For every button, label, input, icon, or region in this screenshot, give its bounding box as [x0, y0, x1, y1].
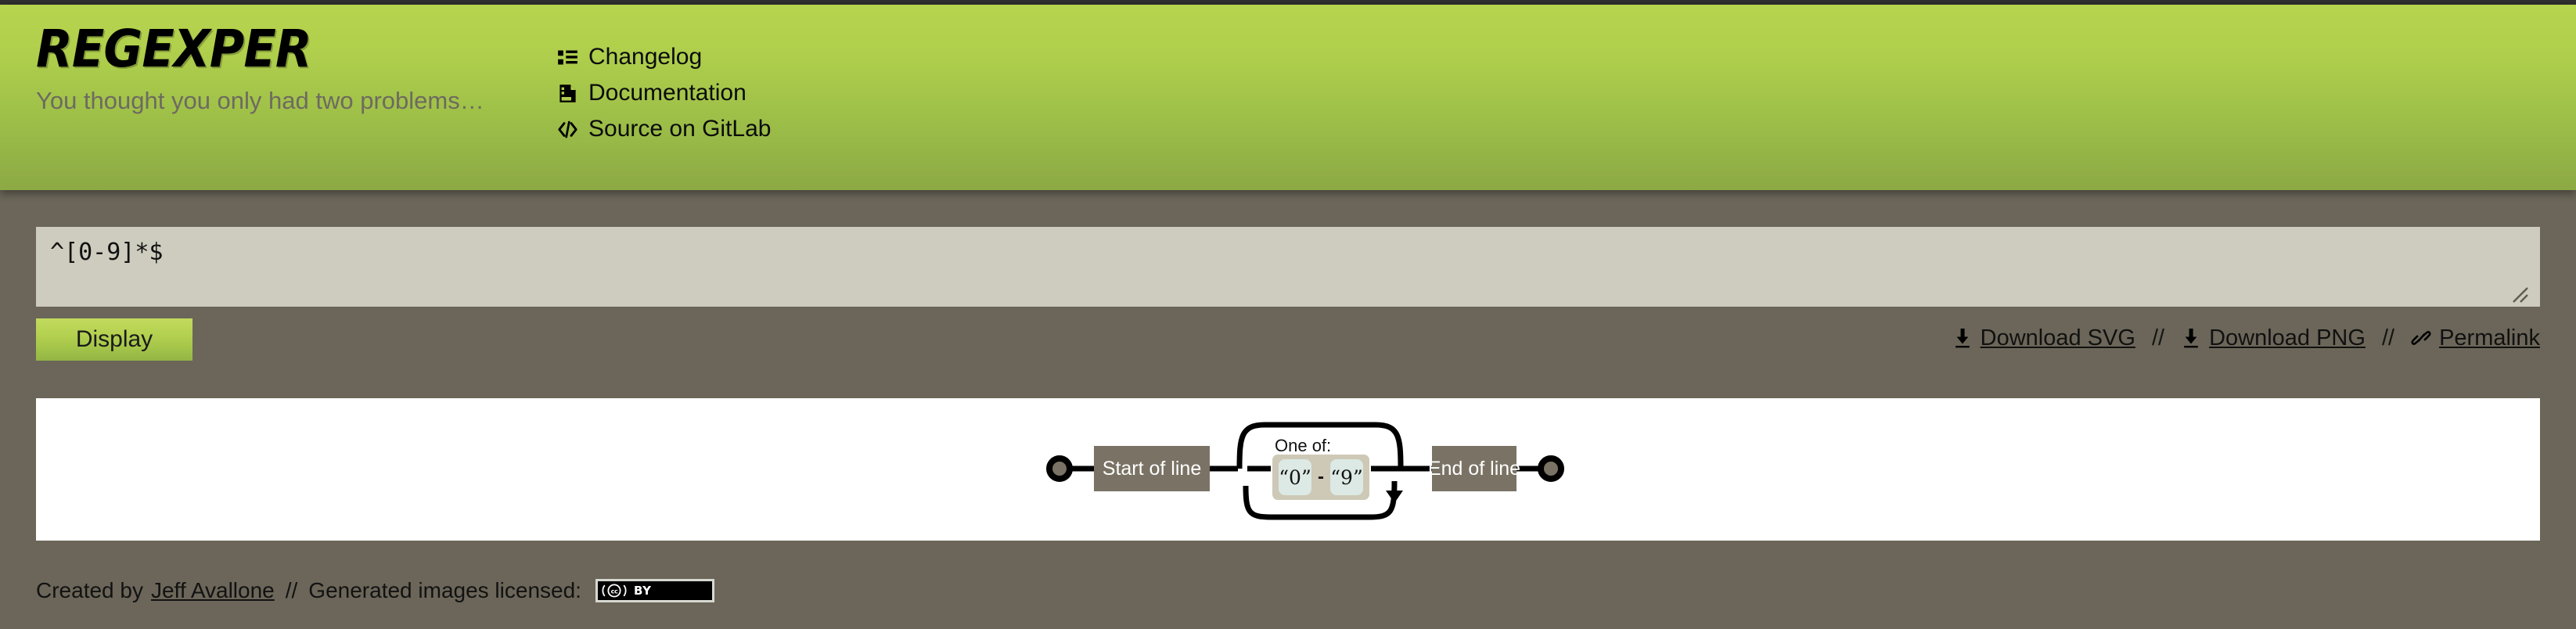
list-icon	[557, 47, 578, 68]
export-links: Download SVG // Download PNG // Permalin…	[1952, 321, 2540, 355]
brand: REGEXPER You thought you only had two pr…	[36, 23, 537, 114]
nav-item-source-gitlab[interactable]: Source on GitLab	[557, 111, 771, 147]
cc-by-text: BY	[633, 584, 652, 598]
footer-created-prefix: Created by	[36, 578, 143, 602]
diagram-group-one-of: One of: “0” - “9”	[1272, 436, 1369, 500]
site-tagline: You thought you only had two problems…	[36, 87, 484, 114]
display-button[interactable]: Display	[36, 318, 192, 361]
download-arrow-icon	[1952, 326, 1973, 350]
site-logo: REGEXPER	[36, 19, 312, 79]
diagram-start-label: Start of line	[1103, 458, 1201, 480]
code-icon	[557, 119, 578, 140]
download-png-link[interactable]: Download PNG	[2181, 325, 2366, 351]
cc-circle-icon: cc	[601, 584, 628, 598]
export-separator-2: //	[2381, 325, 2395, 350]
nav-label-source-gitlab: Source on GitLab	[588, 116, 772, 142]
site-footer: Created by Jeff Avallone // Generated im…	[36, 575, 714, 606]
svg-text:cc: cc	[611, 588, 618, 595]
link-chain-icon	[2411, 326, 2431, 350]
loop-arrowhead-icon	[1386, 491, 1403, 503]
diagram-start-terminal	[1046, 455, 1073, 482]
header-nav: Changelog Documentation Source on GitLab	[557, 39, 771, 147]
diagram-range-from: “0”	[1279, 466, 1311, 489]
regex-railroad-diagram: Start of line One of: “0” - “9” End of l…	[1046, 422, 1564, 520]
download-svg-label: Download SVG	[1980, 325, 2135, 350]
diagram-range-dash: -	[1318, 466, 1324, 487]
permalink-label: Permalink	[2439, 325, 2540, 350]
download-png-label: Download PNG	[2209, 325, 2366, 350]
nav-label-changelog: Changelog	[588, 44, 703, 70]
permalink-link[interactable]: Permalink	[2411, 325, 2540, 351]
site-header: REGEXPER You thought you only had two pr…	[0, 5, 2576, 190]
diagram-range-to: “9”	[1330, 466, 1362, 489]
footer-separator: //	[285, 578, 298, 602]
diagram-node-start-of-line: Start of line	[1094, 446, 1210, 491]
diagram-group-label: One of:	[1275, 436, 1331, 455]
export-separator-1: //	[2151, 325, 2165, 350]
diagram-end-label: End of line	[1428, 458, 1520, 480]
document-icon	[557, 83, 578, 104]
download-arrow-icon	[2181, 326, 2201, 350]
nav-item-documentation[interactable]: Documentation	[557, 75, 771, 111]
footer-license-label: Generated images licensed:	[308, 578, 581, 602]
download-svg-link[interactable]: Download SVG	[1952, 325, 2135, 351]
regex-diagram-canvas: Start of line One of: “0” - “9” End of l…	[36, 398, 2540, 541]
footer-author-link[interactable]: Jeff Avallone	[151, 578, 275, 603]
cc-by-license-badge[interactable]: cc BY	[595, 579, 714, 602]
diagram-end-terminal	[1538, 455, 1564, 482]
nav-label-documentation: Documentation	[588, 80, 747, 106]
nav-item-changelog[interactable]: Changelog	[557, 39, 771, 75]
regex-input[interactable]	[36, 227, 2540, 307]
diagram-node-end-of-line: End of line	[1428, 446, 1520, 491]
